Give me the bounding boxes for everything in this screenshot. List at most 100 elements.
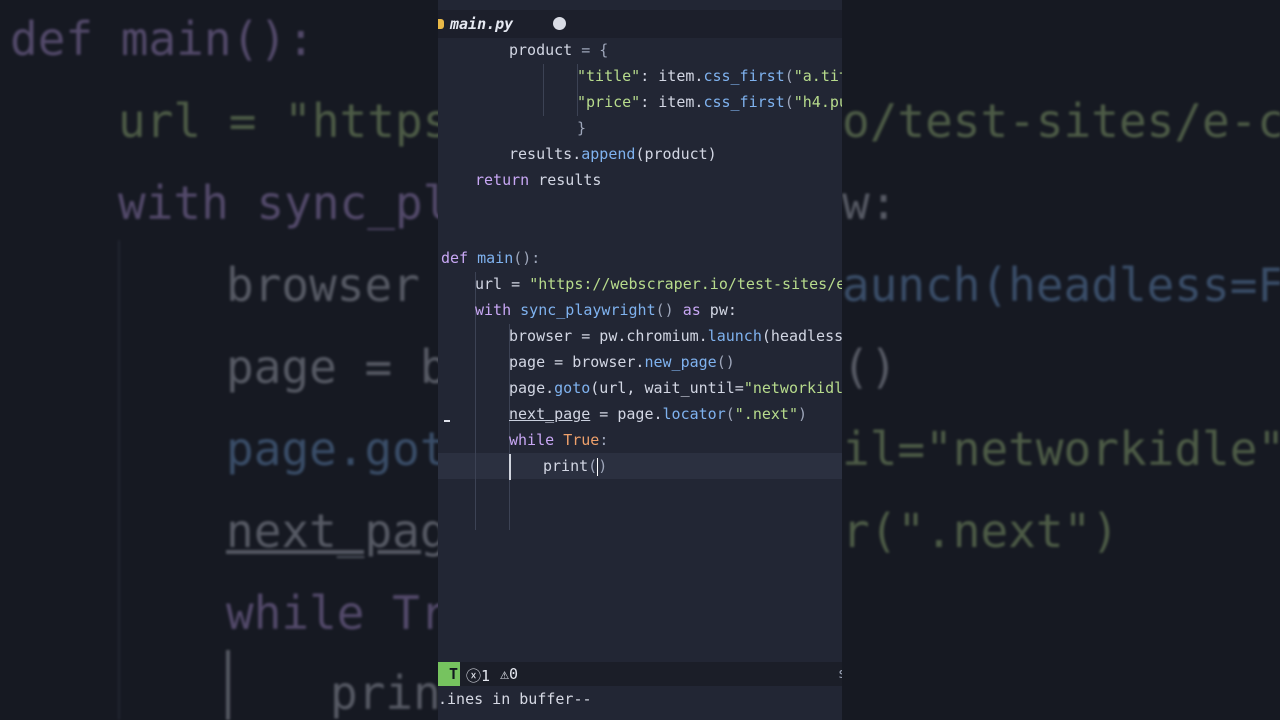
code-token: goto [554,379,591,397]
code-token: browser = pw.chromium. [509,327,708,345]
code-token: ( [784,67,794,85]
code-token: with [475,301,512,319]
code-token: url = [475,275,530,293]
code-token: (): [513,249,541,267]
bg-line: o/test-sites/e-co [842,94,1280,148]
code-token: return [475,171,530,189]
code-token: next_page [509,405,591,423]
code-token: product [509,41,573,59]
code-token: ( [784,93,794,111]
code-token: ( [588,457,598,475]
code-token: results. [509,145,582,163]
code-token: def [441,249,469,267]
code-line[interactable]: url = "https://webscraper.io/test-sites/… [475,271,842,297]
code-token: : [599,431,609,449]
code-token: (product) [635,145,717,163]
code-token: css_first [703,93,785,111]
code-line[interactable]: while True: [509,427,608,453]
tab-bar: main.py [438,10,842,38]
code-token: = { [572,41,609,59]
code-token: = page. [590,405,663,423]
code-token: : item. [640,93,704,111]
code-token: "h4.pull [793,93,842,111]
modified-dot-icon [553,17,566,30]
code-token: css_first [703,67,785,85]
code-line[interactable]: page = browser.new_page() [509,349,735,375]
code-token: } [577,119,587,137]
bg-line: with sync_pl [118,176,451,230]
code-line[interactable]: "title": item.css_first("a.title [577,63,842,89]
bg-indent-guide [118,240,120,720]
bg-line: while Tr [226,586,448,640]
python-icon [438,19,444,29]
code-token: results [529,171,602,189]
code-line[interactable]: product = { [509,37,608,63]
code-token: ) [598,457,608,475]
code-token: : item. [640,67,704,85]
indent-guide [509,454,511,480]
mode-indicator: T [438,662,460,686]
code-token: "https://webscraper.io/test-sites/e-co [529,275,842,293]
code-token: page = browser. [509,353,645,371]
code-token: True [563,431,600,449]
code-token: append [581,145,636,163]
bg-line: page.got [226,422,448,476]
current-line-highlight [438,453,842,479]
bg-line: () [842,340,898,394]
warning-count[interactable]: ⚠0 [500,665,518,683]
indent-guide [543,64,544,116]
bg-line: page = b [226,340,448,394]
bg-line: w: [842,176,898,230]
code-line[interactable]: return results [475,167,601,193]
code-token: "networkidle" [743,379,842,397]
git-change-marker [444,420,450,422]
code-token: "price" [577,93,641,111]
code-token: ) [798,405,808,423]
code-token: "a.title [793,67,842,85]
bg-indent-guide [226,650,230,720]
code-line[interactable]: def main(): [441,245,540,271]
code-token: () [716,353,735,371]
bg-line: url = "https [118,94,451,148]
code-token: () [655,301,683,319]
code-line[interactable]: page.goto(url, wait_until="networkidle" [509,375,842,401]
code-line[interactable]: with sync_playwright() as pw: [475,297,737,323]
code-token: "title" [577,67,641,85]
code-token: print [543,457,589,475]
bg-line: il="networkidle") [842,422,1280,476]
bg-line: browser [226,258,420,312]
code-token: ( [725,405,735,423]
status-right-text: s [838,666,842,682]
error-count[interactable]: ⓧ1 [466,665,490,686]
message-line: .ines in buffer-- [438,690,592,708]
code-token: (url, wait_until= [590,379,744,397]
tab-main-py[interactable]: main.py [450,15,513,33]
code-token: while [509,431,555,449]
code-line[interactable]: "price": item.css_first("h4.pull [577,89,842,115]
bg-line: prin [330,666,441,720]
code-token: as [682,301,701,319]
code-line[interactable]: next_page = page.locator(".next") [509,401,807,427]
status-bar: T ⓧ1 ⚠0 s [438,662,842,686]
bg-line: aunch(headless=Fa [842,258,1280,312]
code-token: pw: [700,301,737,319]
bg-line: r(".next") [842,504,1119,558]
code-token: page. [509,379,555,397]
code-token: locator [662,405,726,423]
code-token: main [477,249,514,267]
bg-line: def main(): [10,12,315,66]
bg-line: next_pag [226,504,448,558]
code-editor[interactable]: main.py product = { "title": item.css_fi… [438,0,842,720]
code-token: sync_playwright [520,301,656,319]
code-token: new_page [644,353,717,371]
code-token: launch [707,327,762,345]
code-line[interactable]: browser = pw.chromium.launch(headless=Fa [509,323,842,349]
code-line[interactable]: results.append(product) [509,141,717,167]
code-line[interactable]: } [577,115,586,141]
code-token: ".next" [734,405,798,423]
code-token: (headless= [761,327,842,345]
code-line[interactable]: print() [543,453,607,479]
